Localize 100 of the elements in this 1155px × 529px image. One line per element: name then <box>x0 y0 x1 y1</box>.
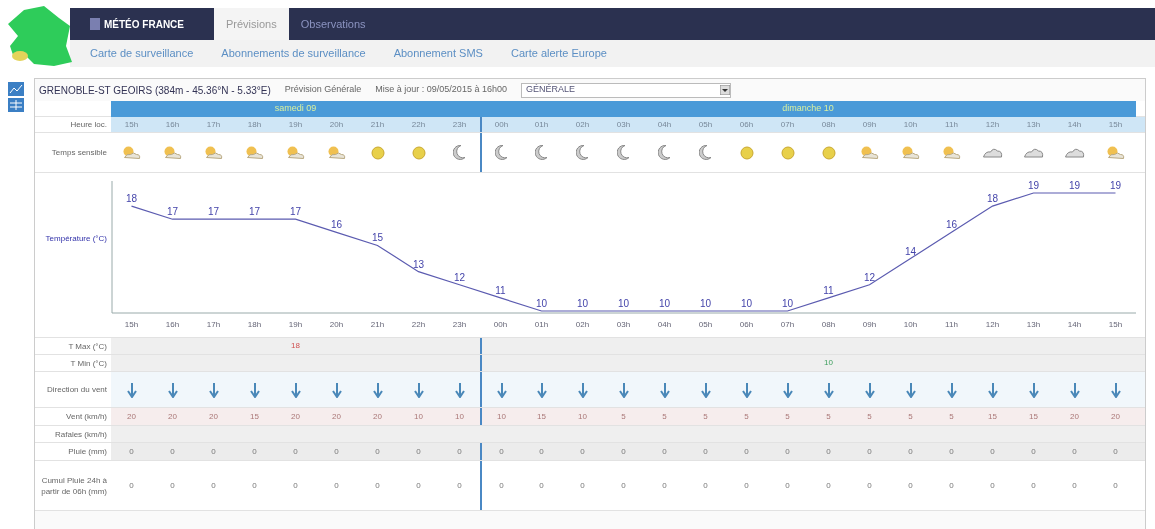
hour-label: 12h <box>985 118 1000 131</box>
data-label: 16 <box>945 219 958 231</box>
table-cell: 0 <box>867 479 872 492</box>
hour-label: 13h <box>1026 118 1041 131</box>
data-label: 18 <box>986 193 999 205</box>
wind-arrow-icon <box>371 381 384 398</box>
table-cell: 0 <box>621 445 626 458</box>
table-cell: 0 <box>785 479 790 492</box>
wind-arrow-icon <box>1109 381 1122 398</box>
data-label: 19 <box>1027 180 1040 191</box>
row-label: Cumul Pluie 24h à partir de 06h (mm) <box>40 474 107 497</box>
table-cell: 0 <box>703 445 708 458</box>
table-cell: 0 <box>252 445 257 458</box>
wind-arrow-icon <box>904 381 917 398</box>
data-label: 10 <box>699 298 712 309</box>
nav-link[interactable]: Abonnement SMS <box>393 45 483 62</box>
hour-label: 15h <box>124 118 139 131</box>
hour-label: 18h <box>247 118 262 131</box>
nav-link[interactable]: Carte alerte Europe <box>510 45 607 62</box>
nav-link[interactable]: Abonnements de surveillance <box>221 45 366 62</box>
table-cell: 0 <box>334 445 339 458</box>
data-label: 11 <box>823 284 834 296</box>
wind-arrow-icon <box>986 381 999 398</box>
nav-link[interactable]: Carte de surveillance <box>90 45 194 62</box>
table-cell: 0 <box>703 479 708 492</box>
wind-arrow-icon <box>412 381 425 398</box>
data-label: 13 <box>412 258 425 270</box>
axis-tick-label: 23h <box>452 320 467 329</box>
data-label: 10 <box>617 298 630 309</box>
wind-arrow-icon <box>289 381 302 398</box>
data-label: 10 <box>740 298 753 309</box>
data-label: 12 <box>863 271 876 283</box>
nav-tab[interactable]: Prévisions <box>214 8 289 40</box>
hour-label: 22h <box>411 118 426 131</box>
table-cell: 5 <box>949 410 954 423</box>
table-cell: 0 <box>662 445 667 458</box>
table-cell: 0 <box>908 445 913 458</box>
wind-arrow-icon <box>617 381 630 398</box>
hour-label: 23h <box>452 118 467 131</box>
table-cell: 5 <box>744 410 749 423</box>
wind-arrow-icon <box>453 381 466 398</box>
wind-arrow-icon <box>495 381 508 398</box>
hour-label: 15h <box>1108 118 1123 131</box>
row-label: Vent (km/h) <box>66 411 107 422</box>
table-cell: 15 <box>1029 410 1038 423</box>
data-label: 17 <box>207 206 220 218</box>
data-label: 17 <box>289 206 302 218</box>
table-cell: 20 <box>168 410 177 423</box>
wind-arrow-icon <box>699 381 712 398</box>
data-label: 15 <box>371 232 384 244</box>
wind-arrow-icon <box>740 381 753 398</box>
table-cell: 0 <box>170 445 175 458</box>
data-label: 10 <box>781 298 794 309</box>
hour-label: 00h <box>494 118 509 131</box>
axis-tick-label: 09h <box>862 320 877 329</box>
axis-tick-label: 18h <box>247 320 262 329</box>
axis-tick-label: 17h <box>206 320 221 329</box>
table-cell: 0 <box>990 479 995 492</box>
row-label: Direction du vent <box>46 384 107 395</box>
data-label: 19 <box>1068 180 1081 191</box>
wind-arrow-icon <box>1068 381 1081 398</box>
nav-tab[interactable]: Observations <box>288 8 378 40</box>
table-cell: 5 <box>621 410 626 423</box>
axis-tick-label: 07h <box>780 320 795 329</box>
data-label: 12 <box>453 271 466 283</box>
wind-arrow-icon <box>658 381 671 398</box>
axis-tick-label: 06h <box>739 320 754 329</box>
data-label: 19 <box>1109 180 1122 191</box>
table-cell: 0 <box>499 479 504 492</box>
axis-tick-label: 15h <box>124 320 139 329</box>
axis-tick-label: 13h <box>1026 320 1041 329</box>
hour-label: 11h <box>945 118 958 131</box>
hour-label: 10h <box>903 118 918 131</box>
table-cell: 20 <box>1111 410 1120 423</box>
hour-label: 19h <box>288 118 303 131</box>
hour-label: 02h <box>575 118 590 131</box>
station-title: GRENOBLE-ST GEOIRS (384m - 45.36°N - 5.33°E) <box>39 83 271 98</box>
hour-label: 06h <box>739 118 754 131</box>
table-cell: 0 <box>1031 445 1036 458</box>
table-cell: 0 <box>621 479 626 492</box>
table-cell: 0 <box>129 445 134 458</box>
table-cell: 20 <box>1070 410 1079 423</box>
table-cell: 0 <box>457 445 462 458</box>
wind-arrow-icon <box>125 381 138 398</box>
hour-label: 01h <box>534 118 549 131</box>
data-label: 10 <box>658 298 671 309</box>
wind-arrow-icon <box>248 381 261 398</box>
axis-tick-label: 14h <box>1067 320 1082 329</box>
hour-label: 21h <box>370 118 385 131</box>
table-cell: 0 <box>252 479 257 492</box>
table-cell: 0 <box>416 479 421 492</box>
table-cell: 20 <box>127 410 136 423</box>
table-cell: 0 <box>580 445 585 458</box>
forecast-select[interactable]: GÉNÉRALE <box>520 82 731 98</box>
wind-arrow-icon <box>945 381 958 398</box>
table-cell: 18 <box>291 340 300 352</box>
table-cell: 5 <box>826 410 831 423</box>
table-cell: 0 <box>375 479 380 492</box>
axis-tick-label: 04h <box>657 320 672 329</box>
hour-label: 08h <box>821 118 836 131</box>
